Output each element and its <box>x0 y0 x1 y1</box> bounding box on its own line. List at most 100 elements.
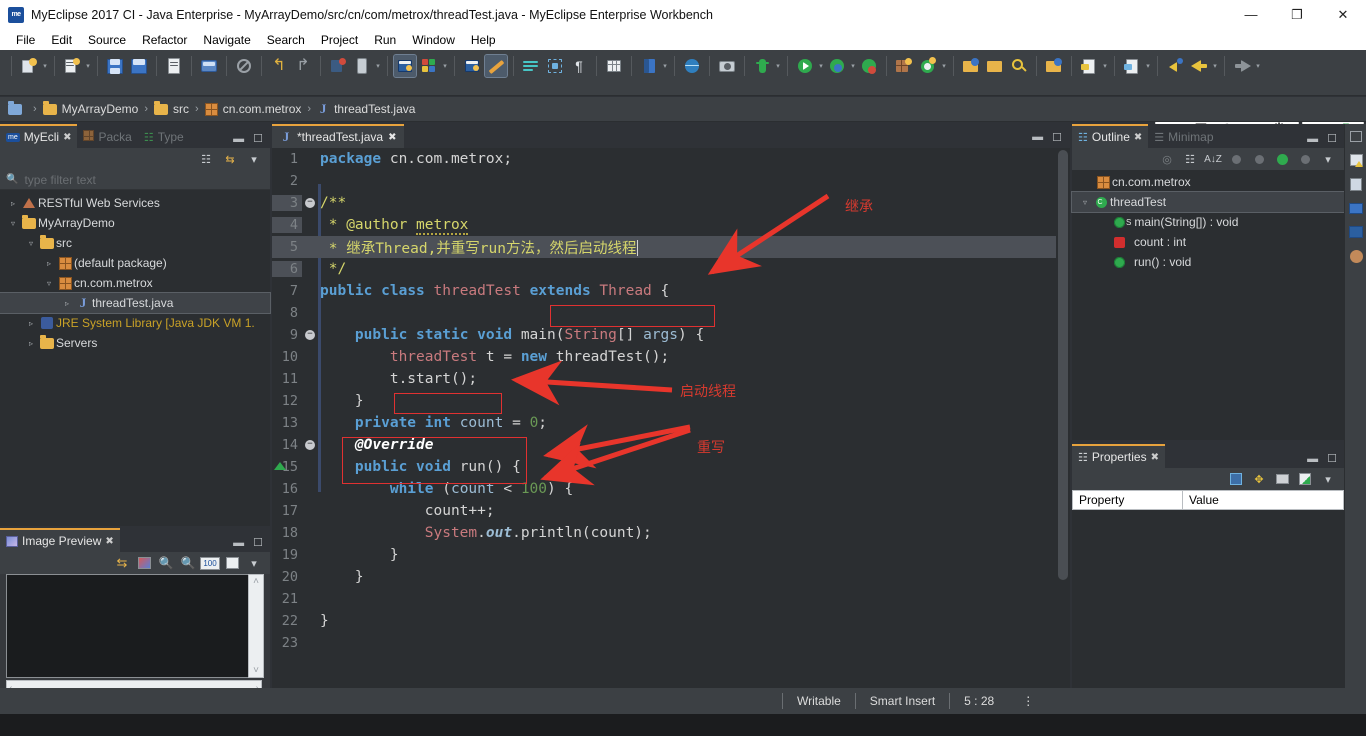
code-line-10[interactable]: 10 threadTest t = new threadTest(); <box>272 346 1056 368</box>
new-class-dropdown[interactable]: ▾ <box>940 55 948 77</box>
close-icon[interactable]: ✖ <box>388 132 396 143</box>
explorer-tree[interactable]: ▹ RESTful Web Services ▿ MyArrayDemo ▿ s… <box>0 190 271 526</box>
palette-icon[interactable] <box>418 55 440 77</box>
tree-row-jre-library[interactable]: ▹ JRE System Library [Java JDK VM 1. <box>0 313 270 333</box>
run-icon[interactable] <box>794 55 816 77</box>
tab-package-explorer[interactable]: Packa <box>77 126 137 148</box>
save-icon[interactable] <box>104 55 126 77</box>
filter-box[interactable]: 🔍 type filter text <box>0 170 270 190</box>
properties-body[interactable] <box>1072 510 1344 700</box>
print-icon[interactable] <box>163 55 185 77</box>
code-line-16[interactable]: 16 while (count < 100) { <box>272 478 1056 500</box>
focus-icon[interactable]: ◎ <box>1159 151 1175 167</box>
code-line-8[interactable]: 8 <box>272 302 1056 324</box>
menu-search[interactable]: Search <box>259 31 313 49</box>
hide-nonpublic-icon[interactable] <box>1274 151 1290 167</box>
minimize-button[interactable]: — <box>1228 0 1274 29</box>
code-line-21[interactable]: 21 <box>272 588 1056 610</box>
code-line-15[interactable]: 15 public void run() { <box>272 456 1056 478</box>
outline-row-package[interactable]: cn.com.metrox <box>1072 172 1344 192</box>
maximize-panel-icon[interactable]: ☐ <box>253 536 263 549</box>
maximize-panel-icon[interactable]: ☐ <box>1327 132 1337 145</box>
close-icon[interactable]: ✖ <box>1151 452 1159 463</box>
restore-perspective-icon[interactable] <box>1345 124 1366 148</box>
maximize-button[interactable]: ❐ <box>1274 0 1320 29</box>
close-icon[interactable]: ✖ <box>63 132 71 143</box>
maximize-panel-icon[interactable]: ☐ <box>1327 452 1337 465</box>
tab-image-preview[interactable]: Image Preview ✖ <box>0 528 120 552</box>
menu-window[interactable]: Window <box>404 31 463 49</box>
paragraph-marks-icon[interactable]: ¶ <box>568 55 590 77</box>
tree-row-default-package[interactable]: ▹ (default package) <box>0 253 270 273</box>
menu-source[interactable]: Source <box>80 31 134 49</box>
tab-type-hierarchy[interactable]: ☷ Type <box>138 126 190 148</box>
expand-arrow-icon[interactable]: ▹ <box>42 259 56 268</box>
new-wizard-dropdown[interactable]: ▾ <box>41 55 49 77</box>
expand-arrow-icon[interactable]: ▹ <box>60 299 74 308</box>
code-line-23[interactable]: 23 <box>272 632 1056 654</box>
transparency-icon[interactable] <box>136 555 152 571</box>
view-menu-icon[interactable]: ▾ <box>1320 151 1336 167</box>
sync-icon[interactable]: ⇆ <box>114 555 130 571</box>
globe-icon[interactable] <box>681 55 703 77</box>
tab-myeclipse-explorer[interactable]: me MyEcli ✖ <box>0 124 78 148</box>
save-all-icon[interactable] <box>128 55 150 77</box>
hide-static-icon[interactable] <box>1251 151 1267 167</box>
view-menu-icon[interactable]: ▾ <box>246 555 262 571</box>
zoom-out-icon[interactable]: 🔍 <box>158 555 174 571</box>
close-button[interactable]: ✕ <box>1320 0 1366 29</box>
back-icon[interactable] <box>1188 55 1210 77</box>
menu-run[interactable]: Run <box>366 31 404 49</box>
web-browser-icon[interactable] <box>393 54 417 78</box>
breadcrumb-item-project[interactable]: MyArrayDemo <box>42 100 138 116</box>
next-annotation-icon[interactable] <box>1078 55 1100 77</box>
code-line-12[interactable]: 12 } <box>272 390 1056 412</box>
close-icon[interactable]: ✖ <box>1134 132 1142 143</box>
expand-arrow-icon[interactable]: ▹ <box>24 339 38 348</box>
open-task-blue-icon[interactable] <box>1043 55 1065 77</box>
expand-arrow-icon[interactable]: ▹ <box>6 199 20 208</box>
code-line-7[interactable]: 7 public class threadTest extends Thread … <box>272 280 1056 302</box>
tree-row-threadtest-java[interactable]: ▹ J threadTest.java <box>0 292 271 314</box>
outline-row-run-method[interactable]: run() : void <box>1072 252 1344 272</box>
new-project-dropdown[interactable]: ▾ <box>84 55 92 77</box>
table-icon[interactable] <box>603 55 625 77</box>
collapse-arrow-icon[interactable]: ▿ <box>42 279 56 288</box>
camera-icon[interactable] <box>716 55 738 77</box>
tree-row-restful[interactable]: ▹ RESTful Web Services <box>0 193 270 213</box>
filter-icon[interactable]: ✥ <box>1251 471 1267 487</box>
fold-collapse-icon[interactable]: − <box>305 330 315 340</box>
expand-arrow-icon[interactable]: ▹ <box>24 319 38 328</box>
forward-dropdown[interactable]: ▾ <box>1254 55 1262 77</box>
collapse-arrow-icon[interactable]: ▿ <box>24 239 38 248</box>
device-dropdown[interactable]: ▾ <box>374 55 382 77</box>
palette-dropdown[interactable]: ▾ <box>441 55 449 77</box>
scroll-up-icon[interactable]: ˄ <box>249 576 263 587</box>
code-line-2[interactable]: 2 <box>272 170 1056 192</box>
breadcrumb-item-file[interactable]: J threadTest.java <box>317 102 416 117</box>
breadcrumb-item-src[interactable]: src <box>154 100 189 116</box>
undo-icon[interactable]: ↰ <box>268 55 290 77</box>
breadcrumb-item-workspace[interactable] <box>8 100 27 115</box>
scroll-down-icon[interactable]: ˅ <box>249 665 263 676</box>
forward-icon[interactable] <box>1231 55 1253 77</box>
tree-view-icon[interactable] <box>1228 471 1244 487</box>
tab-properties[interactable]: ☷ Properties ✖ <box>1072 444 1165 468</box>
no-entry-icon[interactable] <box>233 55 255 77</box>
minimize-panel-icon[interactable]: ▬ <box>1032 131 1043 144</box>
prev-annotation-dropdown[interactable]: ▾ <box>1144 55 1152 77</box>
image-preview-vscrollbar[interactable]: ˄ ˅ <box>248 574 264 678</box>
tree-row-servers[interactable]: ▹ Servers <box>0 333 270 353</box>
hide-local-icon[interactable] <box>1297 151 1313 167</box>
select-box-icon[interactable] <box>544 55 566 77</box>
servers-icon[interactable] <box>1345 220 1366 244</box>
run-ant-dropdown[interactable]: ▾ <box>774 55 782 77</box>
collapse-all-icon[interactable]: ☷ <box>198 151 214 167</box>
fold-collapse-icon[interactable]: − <box>305 440 315 450</box>
hide-fields-icon[interactable] <box>1228 151 1244 167</box>
web-preview-icon[interactable] <box>461 55 483 77</box>
new-wizard-icon[interactable] <box>18 55 40 77</box>
view-menu-icon[interactable]: ▾ <box>246 151 262 167</box>
minimize-panel-icon[interactable]: ▬ <box>1307 453 1318 465</box>
menu-navigate[interactable]: Navigate <box>195 31 258 49</box>
